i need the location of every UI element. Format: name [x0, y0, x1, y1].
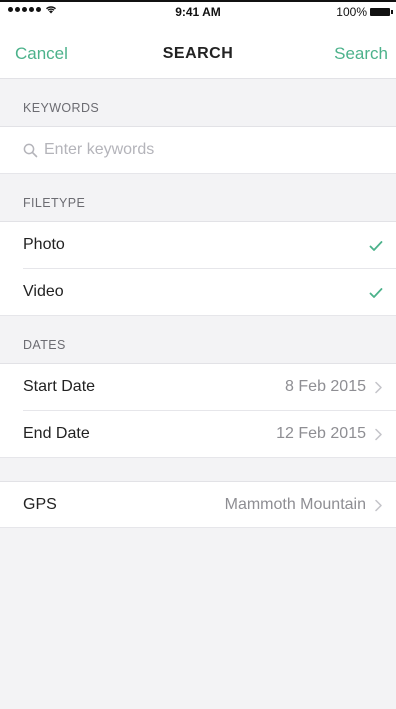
section-header-label: KEYWORDS — [23, 101, 100, 115]
status-bar: 9:41 AM 100% — [0, 2, 396, 22]
section-header-dates: DATES — [0, 316, 396, 364]
keywords-search-row — [0, 127, 396, 174]
section-header-label: FILETYPE — [23, 196, 86, 210]
chevron-right-icon — [375, 499, 382, 512]
filetype-row-photo[interactable]: Photo — [0, 222, 396, 269]
navigation-bar: Cancel SEARCH Search — [0, 22, 396, 79]
battery-indicator: 100% — [336, 5, 393, 19]
section-header-label: DATES — [23, 338, 66, 352]
filetype-label: Video — [23, 283, 64, 300]
date-value: 8 Feb 2015 — [285, 378, 366, 395]
date-value: 12 Feb 2015 — [276, 425, 366, 442]
chevron-right-icon — [375, 428, 382, 441]
chevron-right-icon — [375, 381, 382, 394]
battery-percent: 100% — [336, 5, 367, 19]
section-header-keywords: KEYWORDS — [0, 79, 396, 127]
section-header-filetype: FILETYPE — [0, 174, 396, 222]
filetype-label: Photo — [23, 236, 65, 253]
gps-value: Mammoth Mountain — [224, 496, 366, 513]
date-label: Start Date — [23, 378, 96, 395]
checkmark-icon — [369, 288, 383, 298]
gps-label: GPS — [23, 496, 57, 513]
checkmark-icon — [369, 241, 383, 251]
dates-row-start[interactable]: Start Date 8 Feb 2015 — [0, 364, 396, 411]
battery-icon — [370, 8, 393, 16]
filetype-row-video[interactable]: Video — [0, 269, 396, 316]
divider — [0, 457, 396, 458]
dates-row-end[interactable]: End Date 12 Feb 2015 — [0, 411, 396, 458]
search-button[interactable]: Search — [334, 44, 388, 64]
search-icon — [23, 143, 38, 158]
keywords-input[interactable] — [44, 137, 364, 163]
date-label: End Date — [23, 425, 90, 442]
gps-row[interactable]: GPS Mammoth Mountain — [0, 481, 396, 528]
divider — [0, 527, 396, 528]
